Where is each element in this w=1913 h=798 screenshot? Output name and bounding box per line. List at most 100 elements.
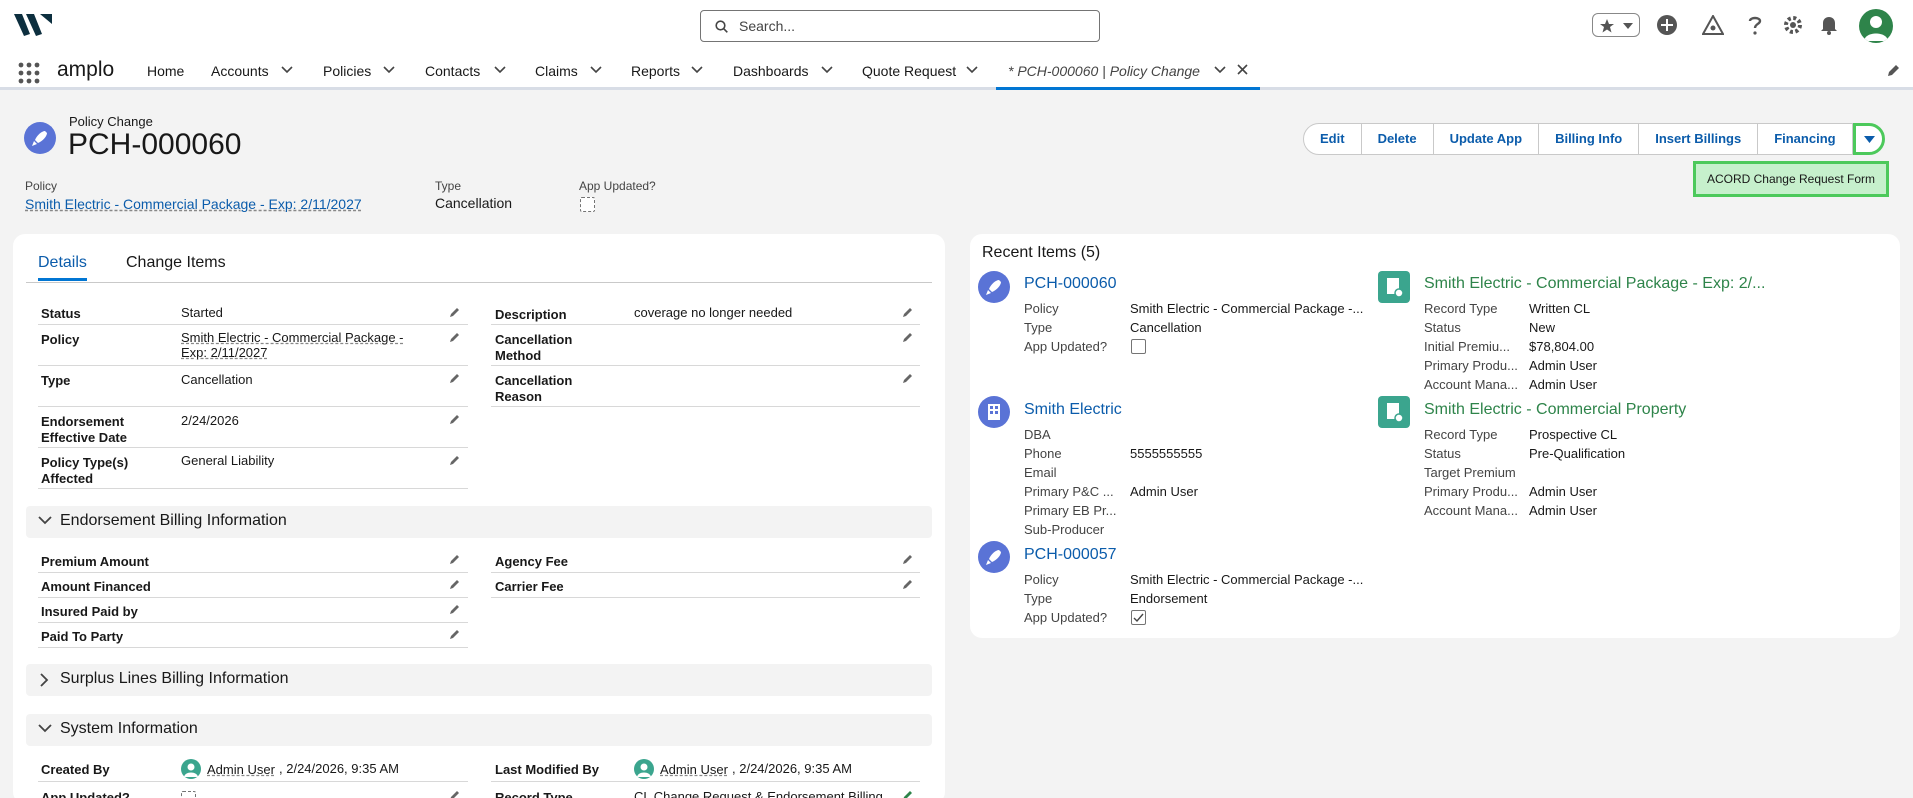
field-divider [38,365,468,366]
tab-change-items[interactable]: Change Items [126,254,226,272]
chevron-down-icon[interactable] [590,66,602,74]
field-divider [491,572,920,573]
edit-pencil-icon[interactable] [449,603,461,615]
recent-field-value: Admin User [1529,484,1597,499]
recent-field-label: Type [1024,320,1053,335]
favorites-button[interactable] [1592,13,1640,37]
recent-field-label: Primary Produ... [1424,358,1518,373]
edit-pencil-icon[interactable] [449,413,461,425]
change-record-type-icon[interactable] [902,789,914,798]
edit-pencil-icon[interactable] [449,553,461,565]
recent-item-pch-000060-link[interactable]: PCH-000060 [1024,275,1117,293]
update-app-button[interactable]: Update App [1432,123,1540,155]
edit-pencil-icon[interactable] [449,628,461,640]
menu-item-acord-change-request-form[interactable]: ACORD Change Request Form [1693,161,1889,197]
edit-pencil-icon[interactable] [449,331,461,343]
recent-item-commercial-package-link[interactable]: Smith Electric - Commercial Package - Ex… [1424,275,1765,293]
edit-pencil-icon[interactable] [902,372,914,384]
billing-info-button[interactable]: Billing Info [1538,123,1640,155]
recent-field-label: Status [1424,446,1461,461]
nav-item-contacts[interactable]: Contacts [425,63,480,79]
settings-gear-icon[interactable] [1783,15,1803,35]
recent-field-label: Record Type [1424,301,1498,316]
trailhead-icon[interactable] [1702,15,1724,35]
app-updated-checkbox [1131,339,1146,354]
add-icon[interactable] [1657,15,1677,35]
notifications-bell-icon[interactable] [1820,15,1838,35]
nav-item-dashboards[interactable]: Dashboards [733,63,809,79]
field-label-created-by: Created By [41,762,110,777]
chevron-down-icon[interactable] [494,66,506,74]
chevron-down-icon[interactable] [821,66,833,74]
field-label-cancellation-method: Cancellation Method [495,332,573,363]
chevron-down-icon [38,724,52,733]
financing-button[interactable]: Financing [1757,123,1853,155]
chevron-down-icon[interactable] [1214,66,1226,74]
chevron-down-icon[interactable] [383,66,395,74]
tab-pch-000060[interactable]: * PCH-000060 | Policy Change [996,50,1260,90]
edit-pencil-icon[interactable] [449,789,461,798]
section-endorsement-billing[interactable]: Endorsement Billing Information [26,506,932,538]
section-title: System Information [60,720,198,737]
created-by-user-link[interactable]: Admin User [207,762,275,777]
global-header: Search... [0,0,1913,50]
nav-item-quote-request[interactable]: Quote Request [862,63,956,79]
field-divider [491,597,920,598]
field-divider [491,324,920,325]
tab-details[interactable]: Details [38,254,87,281]
edit-pencil-icon[interactable] [902,331,914,343]
field-label-paid-to-party: Paid To Party [41,629,124,644]
policy-change-icon [978,271,1010,303]
rocket-icon [986,550,1001,565]
field-divider [38,597,468,598]
field-label-agency-fee: Agency Fee [495,554,568,569]
field-divider [491,406,920,407]
recent-item-smith-electric-link[interactable]: Smith Electric [1024,401,1122,419]
user-icon [1864,16,1888,41]
recent-field-label: Record Type [1424,427,1498,442]
edit-pencil-icon[interactable] [449,306,461,318]
nav-item-claims[interactable]: Claims [535,63,578,79]
app-launcher-icon[interactable] [18,62,40,84]
chevron-down-icon[interactable] [281,66,293,74]
chevron-down-icon[interactable] [966,66,978,74]
global-search-input[interactable]: Search... [700,10,1100,42]
edit-button[interactable]: Edit [1303,123,1362,155]
highlight-policy-label: Policy [25,179,58,193]
help-icon[interactable] [1748,15,1762,35]
recent-field-label: Type [1024,591,1053,606]
recent-field-label: App Updated? [1024,610,1108,625]
user-avatar[interactable] [1859,9,1893,43]
company-logo[interactable] [14,12,52,38]
edit-pencil-icon[interactable] [449,454,461,466]
edit-pencil-icon[interactable] [449,578,461,590]
edit-nav-pencil-icon[interactable] [1886,64,1900,78]
section-surplus-lines-billing[interactable]: Surplus Lines Billing Information [26,664,932,696]
recent-field-label: App Updated? [1024,339,1108,354]
insert-billings-button[interactable]: Insert Billings [1638,123,1759,155]
edit-pencil-icon[interactable] [902,306,914,318]
recent-item-pch-000057-link[interactable]: PCH-000057 [1024,546,1117,564]
recent-item-commercial-property-link[interactable]: Smith Electric - Commercial Property [1424,401,1686,419]
delete-button[interactable]: Delete [1360,123,1434,155]
modified-by-user-link[interactable]: Admin User [660,762,728,777]
nav-item-policies[interactable]: Policies [323,63,371,79]
edit-pencil-icon[interactable] [902,578,914,590]
rocket-icon [32,131,47,146]
nav-item-accounts[interactable]: Accounts [211,63,269,79]
section-system-information[interactable]: System Information [26,714,932,746]
edit-pencil-icon[interactable] [449,372,461,384]
nav-item-home[interactable]: Home [147,63,184,79]
policy-icon [1378,271,1410,303]
nav-item-reports[interactable]: Reports [631,63,680,79]
close-icon[interactable] [1237,64,1248,75]
chevron-down-icon[interactable] [691,66,703,74]
section-title: Endorsement Billing Information [60,512,287,529]
more-actions-button[interactable] [1852,123,1885,155]
edit-pencil-icon[interactable] [902,553,914,565]
field-divider [38,447,468,448]
highlight-policy-link[interactable]: Smith Electric - Commercial Package - Ex… [25,196,362,212]
field-divider [38,488,468,489]
user-avatar-icon [181,759,201,779]
field-value-policy-link[interactable]: Smith Electric - Commercial Package - Ex… [181,330,421,360]
